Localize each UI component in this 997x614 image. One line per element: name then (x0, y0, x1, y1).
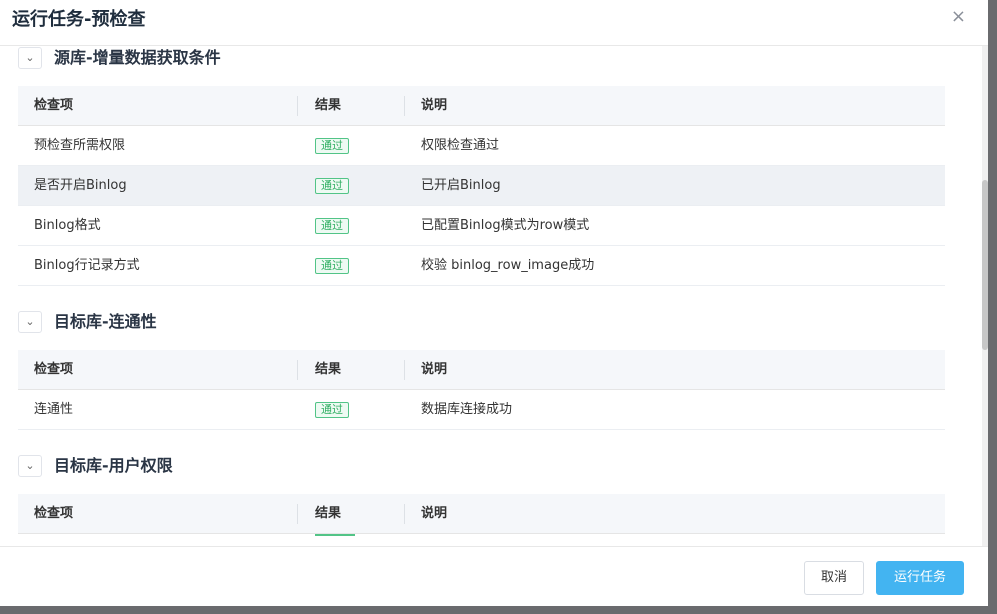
section-title: 目标库-用户权限 (54, 456, 173, 475)
table-row: Binlog格式 通过 已配置Binlog模式为row模式 (18, 206, 945, 246)
backdrop-edge (0, 606, 988, 614)
table-row: 预检查所需权限 通过 权限检查通过 (18, 126, 945, 166)
table-row: 是否开启Binlog 通过 已开启Binlog (18, 166, 945, 206)
precheck-dialog: 运行任务-预检查 × ⌄ 源库-增量数据获取条件 检查项 结果 说明 预检查所需… (0, 0, 988, 606)
column-header-desc: 说明 (421, 506, 448, 521)
column-divider (404, 360, 405, 380)
check-desc: 已配置Binlog模式为row模式 (421, 218, 590, 233)
run-task-button[interactable]: 运行任务 (876, 561, 964, 595)
chevron-down-icon[interactable]: ⌄ (18, 455, 42, 477)
check-desc: 数据库连接成功 (421, 402, 513, 417)
dialog-footer: 取消 运行任务 (0, 546, 988, 606)
check-desc: 已开启Binlog (421, 178, 501, 193)
check-table: 检查项 结果 说明 预检查所需权限 通过 权限检查通过 是否开启Binlog 通… (18, 86, 945, 286)
column-divider (297, 504, 298, 524)
status-badge: 通过 (315, 257, 349, 274)
column-header-result: 结果 (315, 506, 342, 521)
status-badge: 通过 (315, 401, 349, 418)
table-row-partial (18, 534, 945, 546)
column-header-item: 检查项 (34, 506, 74, 521)
table-header: 检查项 结果 说明 (18, 494, 945, 534)
status-badge-partial (315, 534, 355, 536)
check-item: 预检查所需权限 (34, 138, 126, 153)
result-cell: 通过 (315, 166, 349, 206)
dialog-title: 运行任务-预检查 (12, 9, 146, 30)
column-header-item: 检查项 (34, 98, 74, 113)
backdrop-edge (988, 0, 997, 614)
result-cell: 通过 (315, 246, 349, 286)
column-divider (297, 360, 298, 380)
check-item: Binlog格式 (34, 218, 101, 233)
result-cell: 通过 (315, 206, 349, 246)
status-badge: 通过 (315, 217, 349, 234)
check-item: 连通性 (34, 402, 74, 417)
table-row: Binlog行记录方式 通过 校验 binlog_row_image成功 (18, 246, 945, 286)
check-table: 检查项 结果 说明 连通性 通过 数据库连接成功 (18, 350, 945, 430)
status-badge: 通过 (315, 137, 349, 154)
table-header: 检查项 结果 说明 (18, 350, 945, 390)
column-header-desc: 说明 (421, 362, 448, 377)
close-icon[interactable]: × (951, 6, 966, 27)
result-cell: 通过 (315, 390, 349, 430)
column-header-desc: 说明 (421, 98, 448, 113)
column-divider (404, 96, 405, 116)
column-header-result: 结果 (315, 98, 342, 113)
cancel-button[interactable]: 取消 (804, 561, 864, 595)
table-header: 检查项 结果 说明 (18, 86, 945, 126)
column-header-result: 结果 (315, 362, 342, 377)
check-desc: 校验 binlog_row_image成功 (421, 258, 595, 273)
status-badge: 通过 (315, 177, 349, 194)
chevron-down-icon[interactable]: ⌄ (18, 47, 42, 69)
section-title: 目标库-连通性 (54, 312, 157, 331)
dialog-body[interactable]: ⌄ 源库-增量数据获取条件 检查项 结果 说明 预检查所需权限 通过 权限检查通… (0, 46, 988, 546)
check-desc: 权限检查通过 (421, 138, 500, 153)
section-title: 源库-增量数据获取条件 (54, 48, 221, 67)
column-divider (297, 96, 298, 116)
table-row: 连通性 通过 数据库连接成功 (18, 390, 945, 430)
column-header-item: 检查项 (34, 362, 74, 377)
dialog-header: 运行任务-预检查 × (0, 0, 988, 46)
check-item: Binlog行记录方式 (34, 258, 140, 273)
column-divider (404, 504, 405, 524)
check-table: 检查项 结果 说明 (18, 494, 945, 546)
check-item: 是否开启Binlog (34, 178, 127, 193)
result-cell: 通过 (315, 126, 349, 166)
chevron-down-icon[interactable]: ⌄ (18, 311, 42, 333)
